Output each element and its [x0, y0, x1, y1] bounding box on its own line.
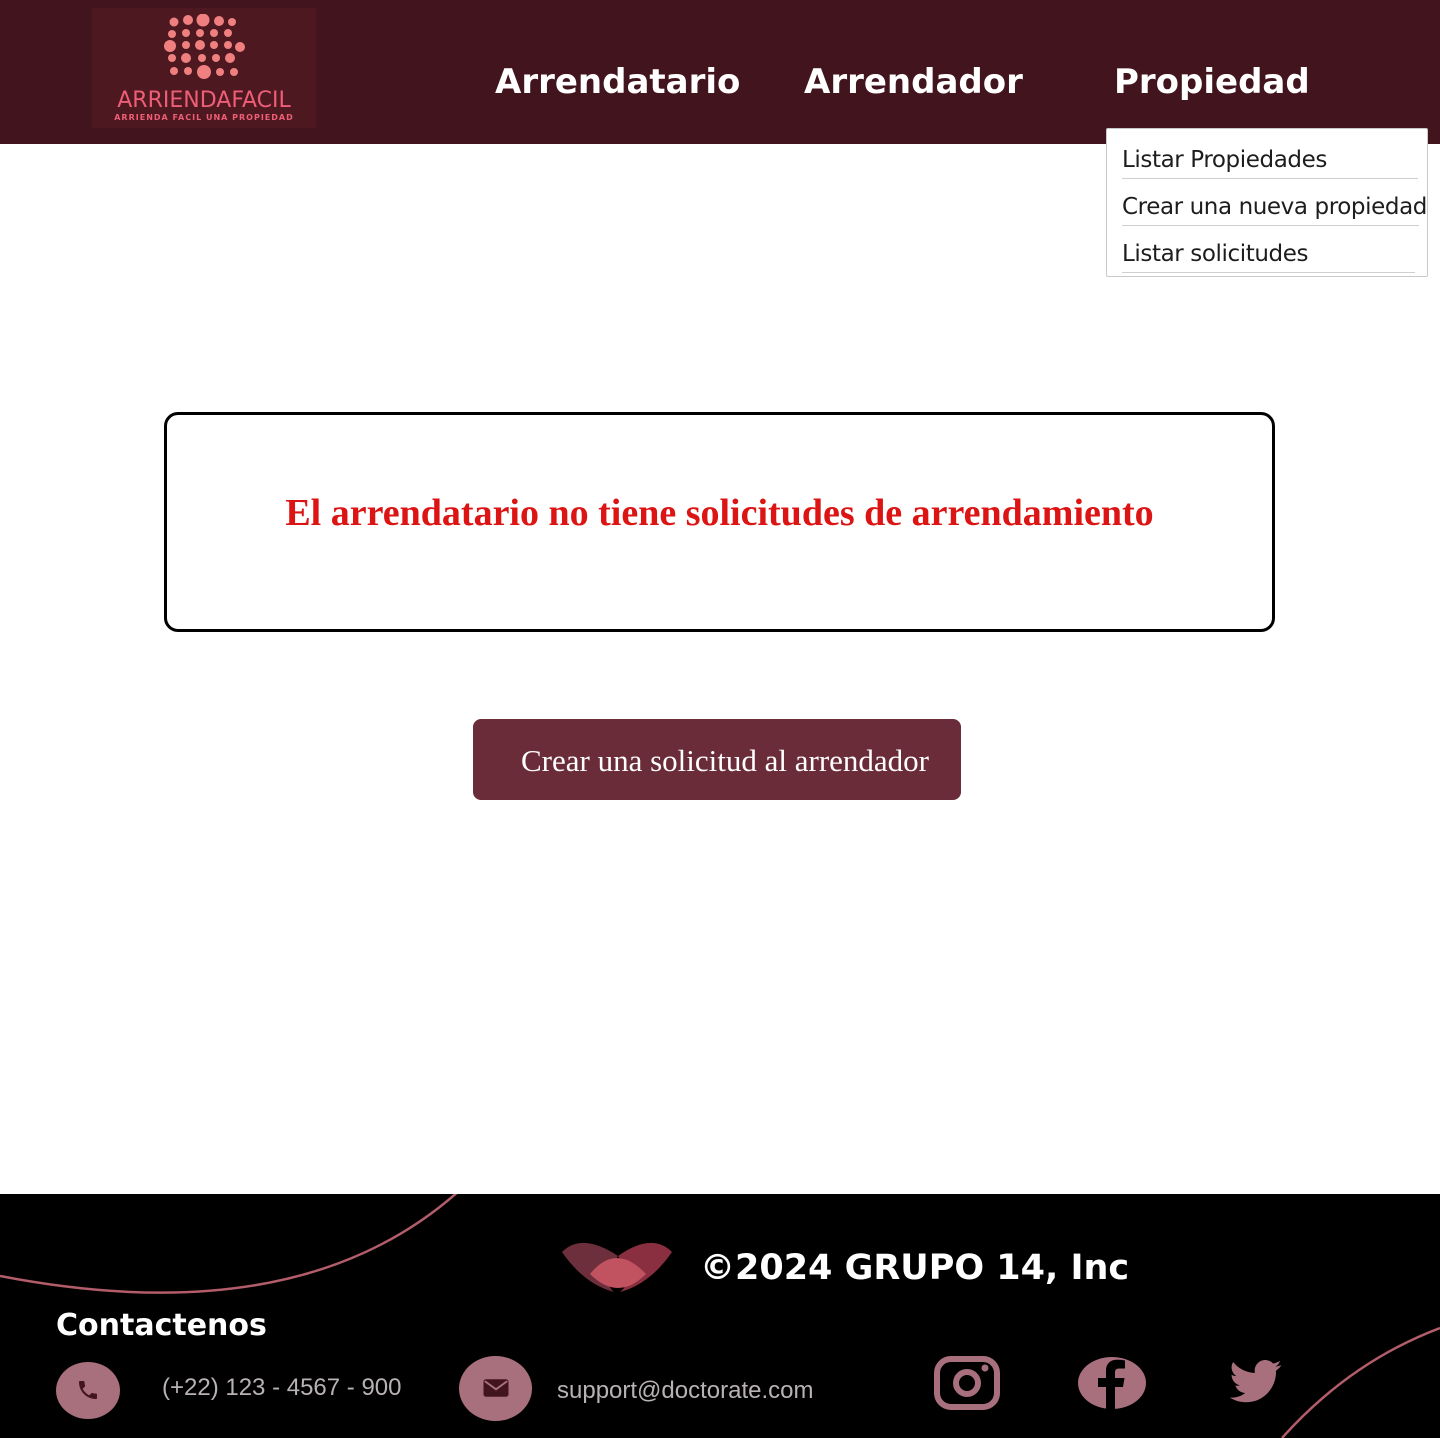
- facebook-icon[interactable]: [1078, 1357, 1146, 1409]
- create-request-button[interactable]: Crear una solicitud al arrendador: [473, 719, 961, 800]
- menu-item-crear-propiedad[interactable]: Crear una nueva propiedad: [1122, 180, 1427, 226]
- instagram-icon[interactable]: [934, 1356, 1000, 1410]
- empty-state-message: El arrendatario no tiene solicitudes de …: [285, 492, 1154, 534]
- nav-propiedad[interactable]: Propiedad: [1114, 62, 1310, 102]
- logo-name: ARRIENDAFACIL: [117, 88, 291, 113]
- phone-icon[interactable]: [56, 1362, 120, 1419]
- phone-number: (+22) 123 - 4567 - 900: [162, 1374, 402, 1401]
- footer: ©2024 GRUPO 14, Inc Contactenos (+22) 12…: [0, 1194, 1440, 1438]
- empty-state-box: El arrendatario no tiene solicitudes de …: [164, 412, 1275, 632]
- logo[interactable]: ARRIENDAFACIL ARRIENDA FACIL UNA PROPIED…: [92, 8, 316, 128]
- menu-item-listar-solicitudes[interactable]: Listar solicitudes: [1122, 227, 1415, 273]
- logo-dots-icon: [164, 14, 245, 79]
- brand-mark-icon: [562, 1242, 672, 1292]
- logo-tagline: ARRIENDA FACIL UNA PROPIEDAD: [114, 113, 294, 122]
- propiedad-dropdown-menu: Listar Propiedades Crear una nueva propi…: [1106, 128, 1428, 277]
- twitter-icon[interactable]: [1225, 1360, 1287, 1404]
- mail-icon[interactable]: [459, 1356, 532, 1421]
- header: ARRIENDAFACIL ARRIENDA FACIL UNA PROPIED…: [0, 0, 1440, 144]
- contact-title: Contactenos: [56, 1308, 267, 1343]
- menu-item-listar-propiedades[interactable]: Listar Propiedades: [1122, 133, 1418, 179]
- copyright-text: ©2024 GRUPO 14, Inc: [700, 1248, 1130, 1288]
- support-email[interactable]: support@doctorate.com: [557, 1377, 814, 1405]
- nav-arrendador[interactable]: Arrendador: [804, 62, 1023, 102]
- nav-arrendatario[interactable]: Arrendatario: [495, 62, 740, 102]
